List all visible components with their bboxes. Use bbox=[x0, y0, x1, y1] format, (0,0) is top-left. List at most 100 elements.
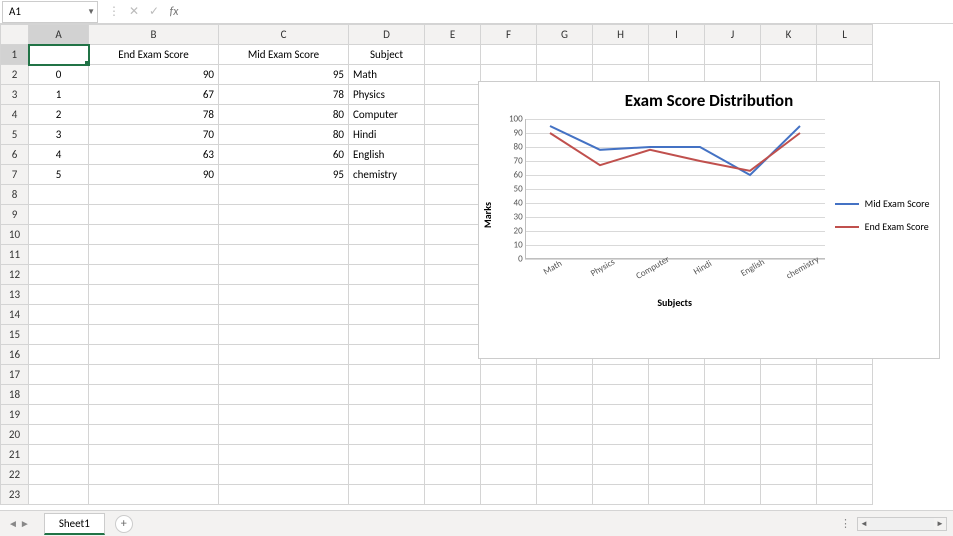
cell-J21[interactable] bbox=[705, 445, 761, 465]
cell-F18[interactable] bbox=[481, 385, 537, 405]
cell-A19[interactable] bbox=[29, 405, 89, 425]
cell-C17[interactable] bbox=[219, 365, 349, 385]
cell-B4[interactable]: 78 bbox=[89, 105, 219, 125]
cell-H19[interactable] bbox=[593, 405, 649, 425]
cell-H18[interactable] bbox=[593, 385, 649, 405]
cell-A6[interactable]: 4 bbox=[29, 145, 89, 165]
scroll-right-icon[interactable]: ► bbox=[934, 519, 946, 529]
name-box-dropdown-icon[interactable]: ▼ bbox=[87, 7, 95, 17]
cell-A14[interactable] bbox=[29, 305, 89, 325]
cell-E1[interactable] bbox=[425, 45, 481, 65]
cell-D22[interactable] bbox=[349, 465, 425, 485]
cell-G20[interactable] bbox=[537, 425, 593, 445]
scroll-track[interactable] bbox=[870, 518, 934, 530]
col-header-J[interactable]: J bbox=[705, 25, 761, 45]
cell-D13[interactable] bbox=[349, 285, 425, 305]
cell-B6[interactable]: 63 bbox=[89, 145, 219, 165]
cell-A11[interactable] bbox=[29, 245, 89, 265]
cell-K18[interactable] bbox=[761, 385, 817, 405]
cell-D2[interactable]: Math bbox=[349, 65, 425, 85]
cell-D9[interactable] bbox=[349, 205, 425, 225]
cell-F22[interactable] bbox=[481, 465, 537, 485]
tab-prev-icon[interactable]: ◄ bbox=[8, 517, 18, 530]
cell-C13[interactable] bbox=[219, 285, 349, 305]
row-header-18[interactable]: 18 bbox=[1, 385, 29, 405]
cell-K19[interactable] bbox=[761, 405, 817, 425]
fill-handle[interactable] bbox=[85, 61, 89, 65]
cell-C12[interactable] bbox=[219, 265, 349, 285]
cell-B22[interactable] bbox=[89, 465, 219, 485]
cell-C3[interactable]: 78 bbox=[219, 85, 349, 105]
tab-options-icon[interactable]: ⋮ bbox=[840, 517, 851, 530]
col-header-D[interactable]: D bbox=[349, 25, 425, 45]
cell-H22[interactable] bbox=[593, 465, 649, 485]
cell-J19[interactable] bbox=[705, 405, 761, 425]
row-header-8[interactable]: 8 bbox=[1, 185, 29, 205]
cell-E21[interactable] bbox=[425, 445, 481, 465]
cell-A21[interactable] bbox=[29, 445, 89, 465]
cell-I20[interactable] bbox=[649, 425, 705, 445]
row-header-4[interactable]: 4 bbox=[1, 105, 29, 125]
cell-C18[interactable] bbox=[219, 385, 349, 405]
cell-E15[interactable] bbox=[425, 325, 481, 345]
row-header-6[interactable]: 6 bbox=[1, 145, 29, 165]
cell-A13[interactable] bbox=[29, 285, 89, 305]
cell-H23[interactable] bbox=[593, 485, 649, 505]
cell-A3[interactable]: 1 bbox=[29, 85, 89, 105]
cell-H21[interactable] bbox=[593, 445, 649, 465]
cell-G22[interactable] bbox=[537, 465, 593, 485]
row-header-9[interactable]: 9 bbox=[1, 205, 29, 225]
cell-K21[interactable] bbox=[761, 445, 817, 465]
col-header-F[interactable]: F bbox=[481, 25, 537, 45]
cell-D3[interactable]: Physics bbox=[349, 85, 425, 105]
cell-B14[interactable] bbox=[89, 305, 219, 325]
cell-E14[interactable] bbox=[425, 305, 481, 325]
embedded-chart[interactable]: Exam Score Distribution Marks 0102030405… bbox=[478, 81, 940, 359]
cell-C7[interactable]: 95 bbox=[219, 165, 349, 185]
cell-D21[interactable] bbox=[349, 445, 425, 465]
row-header-16[interactable]: 16 bbox=[1, 345, 29, 365]
cell-B11[interactable] bbox=[89, 245, 219, 265]
sheet-tab-active[interactable]: Sheet1 bbox=[44, 513, 105, 535]
row-header-15[interactable]: 15 bbox=[1, 325, 29, 345]
cell-G17[interactable] bbox=[537, 365, 593, 385]
name-box[interactable]: A1 ▼ bbox=[2, 1, 98, 23]
col-header-H[interactable]: H bbox=[593, 25, 649, 45]
cell-C23[interactable] bbox=[219, 485, 349, 505]
cell-B16[interactable] bbox=[89, 345, 219, 365]
cell-H1[interactable] bbox=[593, 45, 649, 65]
cell-E6[interactable] bbox=[425, 145, 481, 165]
cell-B15[interactable] bbox=[89, 325, 219, 345]
col-header-B[interactable]: B bbox=[89, 25, 219, 45]
row-header-13[interactable]: 13 bbox=[1, 285, 29, 305]
cell-G21[interactable] bbox=[537, 445, 593, 465]
cell-A20[interactable] bbox=[29, 425, 89, 445]
cell-L22[interactable] bbox=[817, 465, 873, 485]
cell-A22[interactable] bbox=[29, 465, 89, 485]
cell-E10[interactable] bbox=[425, 225, 481, 245]
row-header-11[interactable]: 11 bbox=[1, 245, 29, 265]
cell-B23[interactable] bbox=[89, 485, 219, 505]
cell-C4[interactable]: 80 bbox=[219, 105, 349, 125]
cell-I23[interactable] bbox=[649, 485, 705, 505]
cell-F21[interactable] bbox=[481, 445, 537, 465]
cell-F1[interactable] bbox=[481, 45, 537, 65]
cell-A5[interactable]: 3 bbox=[29, 125, 89, 145]
cell-I22[interactable] bbox=[649, 465, 705, 485]
cell-D1[interactable]: Subject bbox=[349, 45, 425, 65]
row-header-22[interactable]: 22 bbox=[1, 465, 29, 485]
cell-F20[interactable] bbox=[481, 425, 537, 445]
cancel-icon[interactable]: ✕ bbox=[126, 4, 142, 19]
add-sheet-button[interactable]: + bbox=[115, 515, 133, 533]
cell-D6[interactable]: English bbox=[349, 145, 425, 165]
cell-B10[interactable] bbox=[89, 225, 219, 245]
col-header-K[interactable]: K bbox=[761, 25, 817, 45]
cell-E23[interactable] bbox=[425, 485, 481, 505]
cell-F17[interactable] bbox=[481, 365, 537, 385]
cell-E18[interactable] bbox=[425, 385, 481, 405]
check-icon[interactable]: ✓ bbox=[146, 4, 162, 19]
cell-H20[interactable] bbox=[593, 425, 649, 445]
cell-A9[interactable] bbox=[29, 205, 89, 225]
cell-C20[interactable] bbox=[219, 425, 349, 445]
cell-B3[interactable]: 67 bbox=[89, 85, 219, 105]
